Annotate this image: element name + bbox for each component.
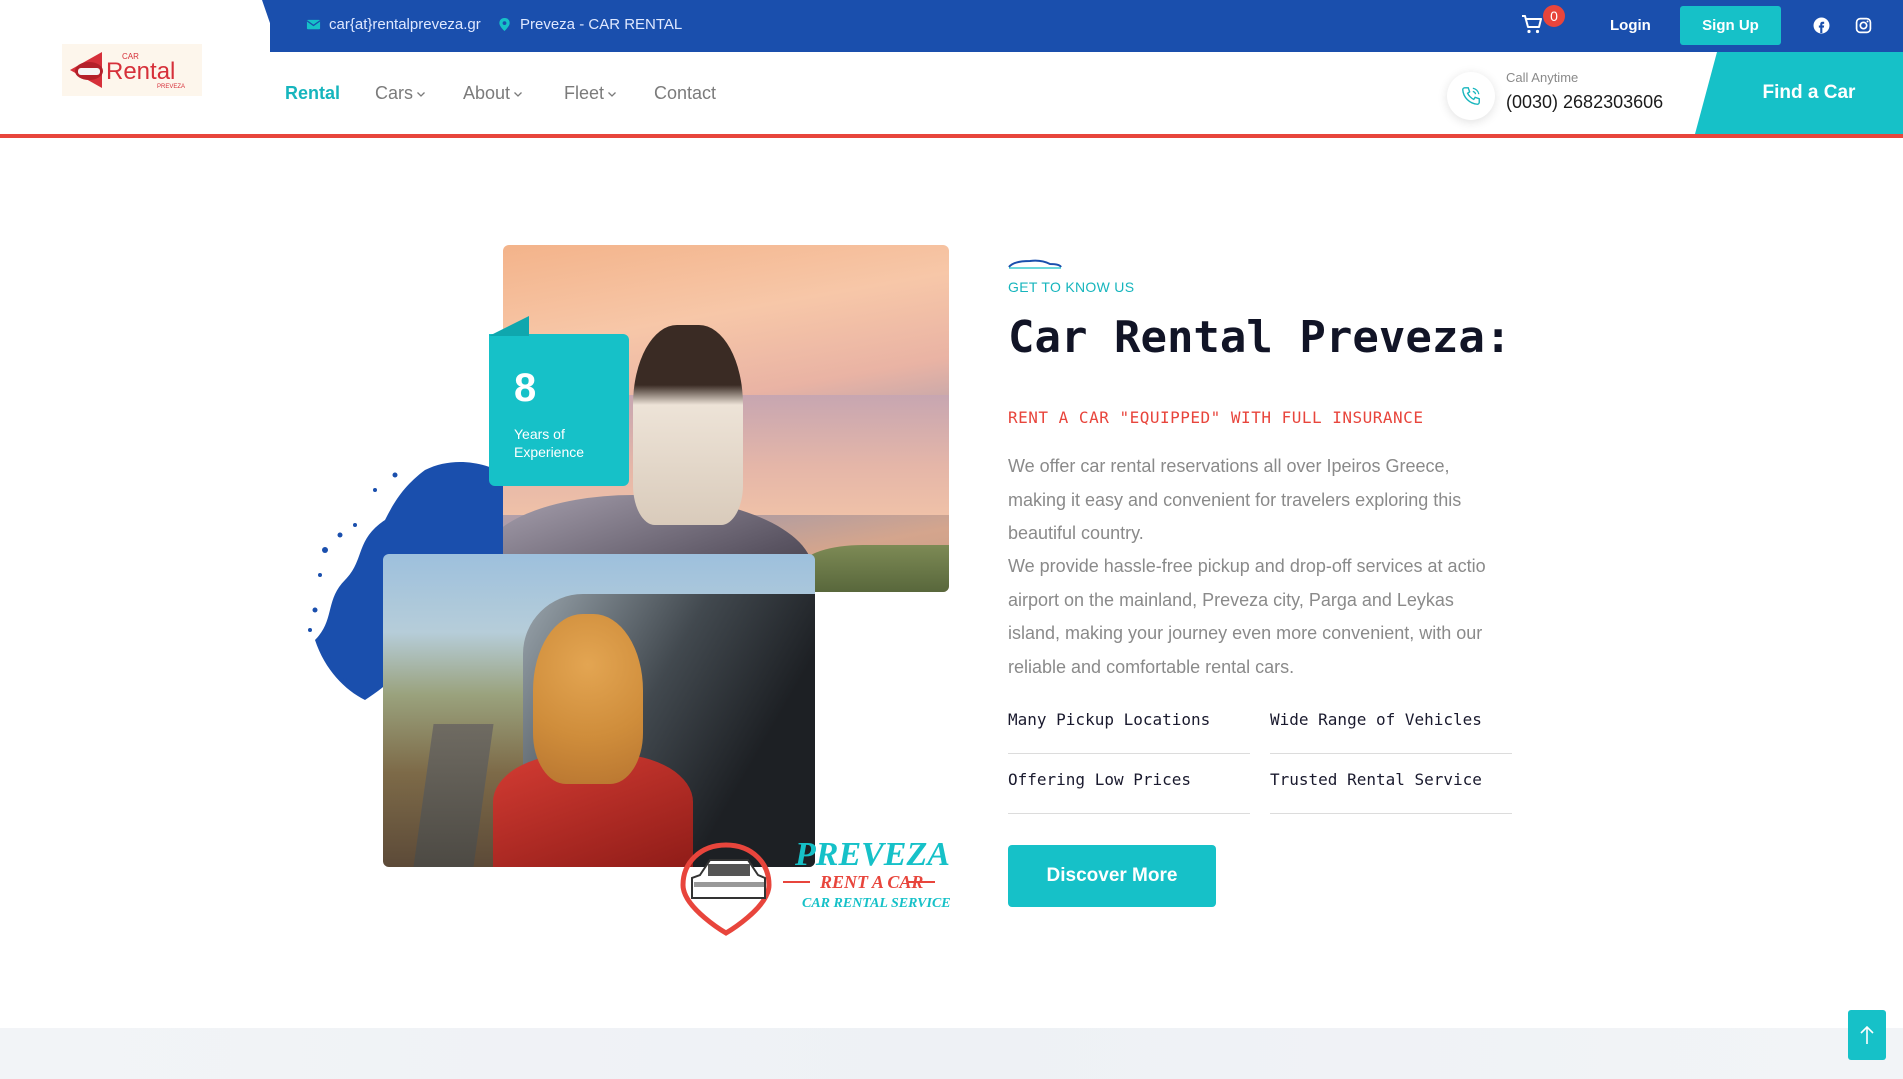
- dog-in-car-photo: [383, 554, 815, 867]
- nav-item-label: Cars: [375, 83, 414, 103]
- scroll-to-top-button[interactable]: [1848, 1010, 1886, 1060]
- chevron-down-icon: [417, 91, 425, 97]
- experience-badge: 8 Years of Experience: [489, 334, 629, 486]
- feature-label: Offering Low Prices: [1008, 770, 1192, 789]
- logo-sub-text: PREVEZA: [157, 84, 185, 90]
- nav-item-label: Rental: [285, 83, 341, 103]
- location-pin-icon: [499, 17, 510, 32]
- about-paragraph-1: We offer car rental reservations all ove…: [1008, 456, 1462, 543]
- next-section-band: [0, 1028, 1903, 1079]
- arrow-up-icon: [1860, 1025, 1874, 1044]
- photo-dog: [533, 614, 643, 784]
- photo-girl: [633, 325, 743, 525]
- photo-road: [412, 724, 494, 867]
- nav-item-label: Contact: [654, 83, 717, 103]
- logo-main-text: Rental: [106, 58, 175, 85]
- call-label: Call Anytime: [1506, 70, 1579, 85]
- mail-icon: [306, 19, 321, 30]
- experience-number: 8: [514, 366, 537, 410]
- photo-grass: [803, 545, 949, 592]
- preveza-rent-a-car-logo: PREVEZA RENT A CAR CAR RENTAL SERVICE: [680, 836, 951, 936]
- login-link[interactable]: Login: [1610, 17, 1651, 34]
- feature-item: Offering Low Prices: [1008, 770, 1250, 814]
- call-number[interactable]: (0030) 2682303606: [1506, 92, 1663, 113]
- location-text: Preveza - CAR RENTAL: [520, 16, 683, 33]
- cart-icon[interactable]: [1520, 12, 1544, 36]
- section-subtitle: RENT A CAR "EQUIPPED" WITH FULL INSURANC…: [1008, 408, 1424, 427]
- nav-item-about[interactable]: About: [463, 83, 523, 104]
- about-paragraph-2: We provide hassle-free pickup and drop-o…: [1008, 556, 1486, 677]
- location-contact[interactable]: Preveza - CAR RENTAL: [497, 16, 682, 33]
- feature-label: Trusted Rental Service: [1270, 770, 1482, 789]
- feature-item: Many Pickup Locations: [1008, 710, 1250, 754]
- page: { "topbar": { "email": "car{at}rentalpre…: [0, 0, 1903, 1079]
- email-contact[interactable]: car{at}rentalpreveza.gr: [306, 16, 481, 33]
- nav-item-contact[interactable]: Contact: [654, 83, 716, 104]
- cart-count-badge: 0: [1543, 5, 1565, 27]
- section-eyebrow: GET TO KNOW US: [1008, 279, 1135, 295]
- instagram-icon[interactable]: [1855, 17, 1872, 34]
- nav-item-fleet[interactable]: Fleet: [564, 83, 617, 104]
- feature-label: Many Pickup Locations: [1008, 710, 1211, 729]
- chevron-down-icon: [608, 91, 616, 97]
- call-button[interactable]: [1447, 72, 1495, 120]
- nav-item-rental[interactable]: Rental: [285, 83, 340, 104]
- phone-icon: [1462, 87, 1480, 105]
- nav-item-cars[interactable]: Cars: [375, 83, 426, 104]
- feature-label: Wide Range of Vehicles: [1270, 710, 1482, 729]
- find-car-label: Find a Car: [1762, 82, 1856, 103]
- brand-logo-line1: PREVEZA: [794, 836, 950, 873]
- brand-logo-line3: CAR RENTAL SERVICE: [802, 896, 951, 911]
- brand-logo-line2: RENT A CAR: [819, 872, 923, 892]
- experience-text: Years of Experience: [514, 426, 585, 460]
- site-logo[interactable]: CAR Rental PREVEZA: [62, 44, 202, 96]
- signup-button[interactable]: Sign Up: [1680, 6, 1781, 45]
- facebook-icon[interactable]: [1813, 17, 1830, 34]
- nav-item-label: About: [463, 83, 511, 103]
- chevron-down-icon: [514, 91, 523, 97]
- nav-item-label: Fleet: [564, 83, 605, 103]
- email-text: car{at}rentalpreveza.gr: [329, 16, 481, 33]
- car-silhouette-icon: [1008, 259, 1062, 269]
- section-title: Car Rental Preveza:: [1008, 312, 1512, 363]
- feature-item: Wide Range of Vehicles: [1270, 710, 1512, 754]
- feature-item: Trusted Rental Service: [1270, 770, 1512, 814]
- find-car-button[interactable]: Find a Car: [1695, 52, 1903, 134]
- discover-more-button[interactable]: Discover More: [1008, 845, 1216, 907]
